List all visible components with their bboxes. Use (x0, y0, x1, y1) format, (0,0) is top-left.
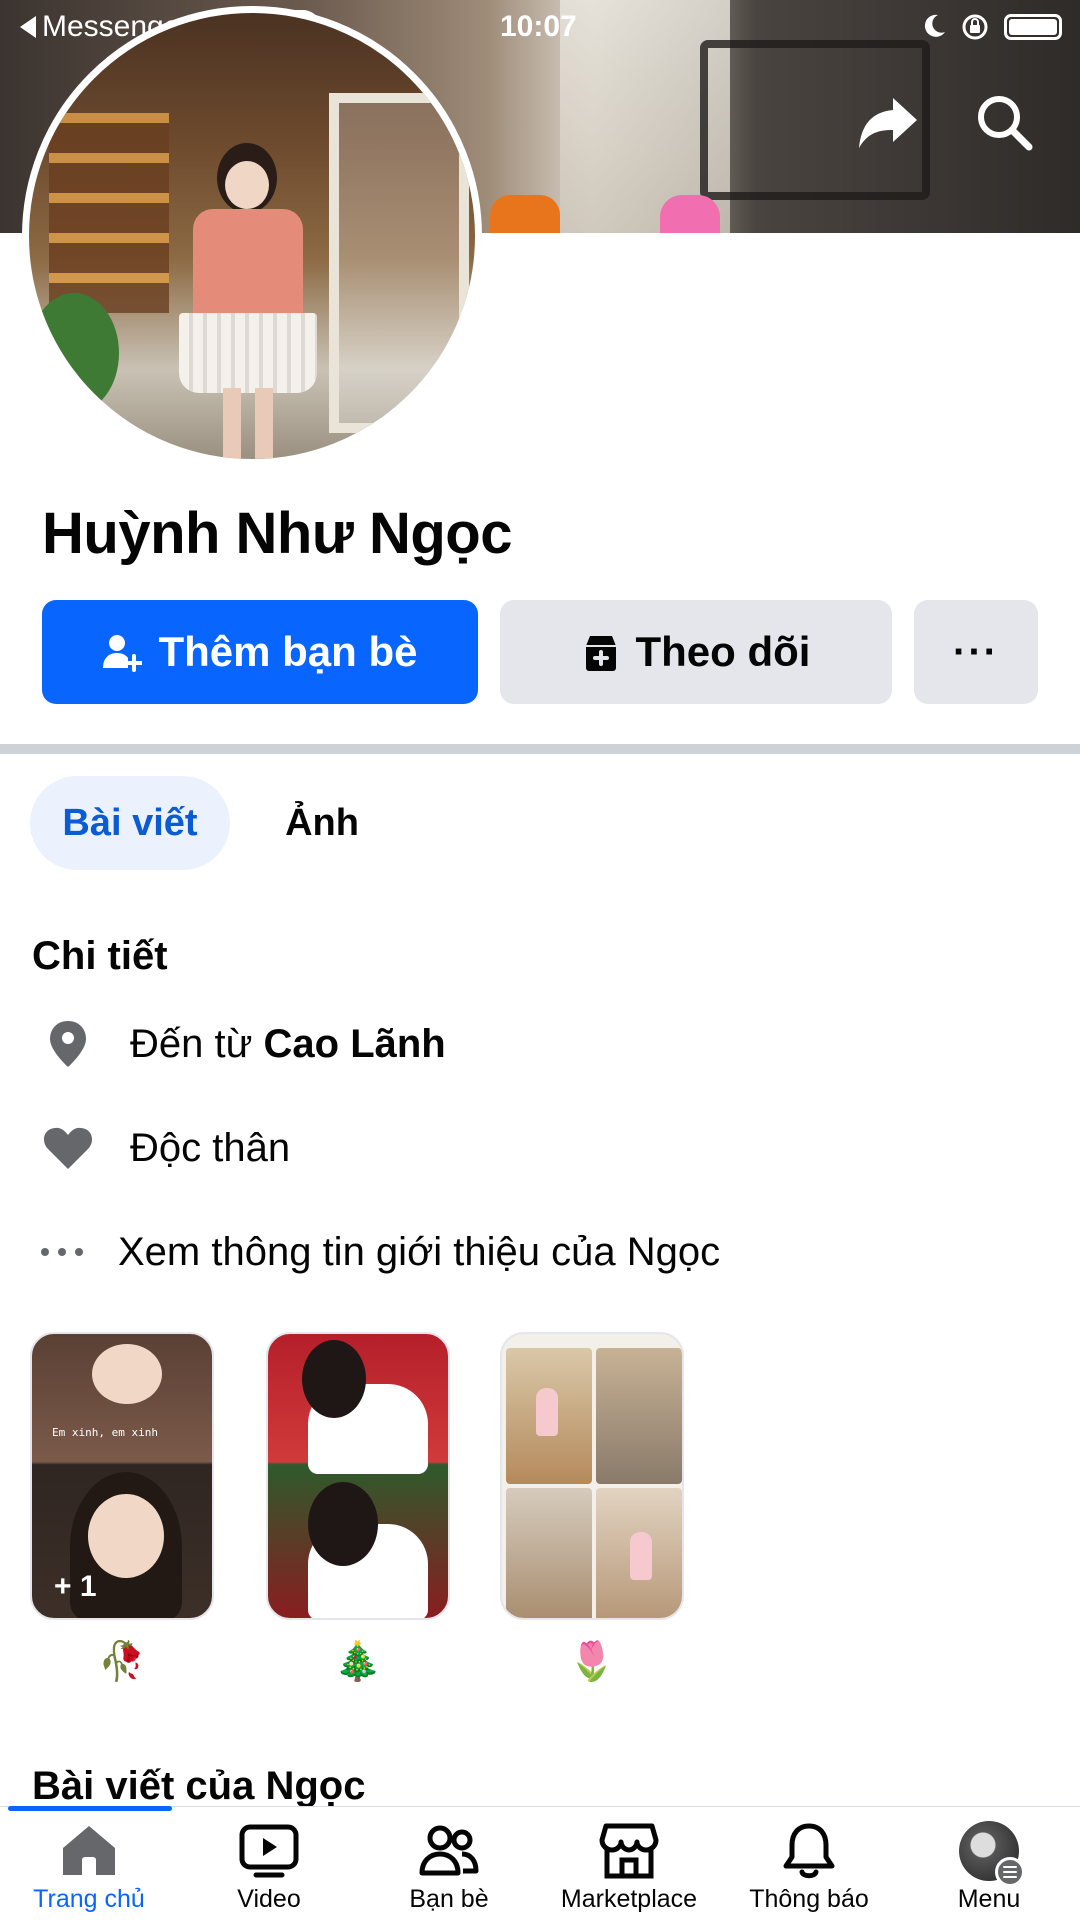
nav-marketplace-label: Marketplace (560, 1885, 698, 1913)
battery-icon (1004, 14, 1062, 40)
profile-actions: Thêm bạn bè Theo dõi ··· (42, 600, 1038, 704)
friends-icon (413, 1819, 485, 1883)
home-icon (53, 1819, 125, 1883)
rotation-lock-icon (962, 14, 988, 40)
back-triangle-icon (20, 16, 36, 38)
featured-collection-2[interactable] (266, 1332, 450, 1620)
cover-oranges (490, 195, 560, 233)
featured-face (92, 1344, 162, 1404)
avatar-shelf (49, 113, 169, 313)
nav-friends-label: Bạn bè (409, 1885, 489, 1913)
video-icon (233, 1819, 305, 1883)
follow-label: Theo dõi (635, 628, 811, 675)
section-divider (0, 744, 1080, 754)
menu-icon (953, 1819, 1025, 1887)
menu-avatar (959, 1821, 1025, 1887)
search-icon (978, 96, 1033, 151)
bell-icon (773, 1819, 845, 1883)
tab-photos-label: Ảnh (285, 801, 359, 844)
active-tab-indicator (8, 1806, 172, 1811)
heart-icon (40, 1120, 96, 1176)
avatar-person (179, 143, 319, 459)
share-arrow-icon (859, 98, 917, 148)
featured-emoji-tree: 🎄 (334, 1641, 382, 1683)
more-options-button[interactable]: ··· (914, 600, 1038, 704)
see-about-label: Xem thông tin giới thiệu của Ngọc (118, 1229, 721, 1274)
bottom-navigation: Trang chủ Video Bạn bè Marketplace Thông… (0, 1806, 1080, 1920)
more-dots-icon: ··· (953, 629, 999, 674)
profile-name: Huỳnh Như Ngọc (42, 501, 512, 566)
hamburger-icon (995, 1857, 1025, 1887)
nav-home-label: Trang chủ (33, 1885, 145, 1913)
featured-caption: Em xinh, em xinh (52, 1426, 158, 1439)
search-button[interactable] (972, 90, 1036, 154)
featured-face (88, 1494, 164, 1578)
avatar-plant (29, 293, 119, 413)
more-dots-icon (34, 1224, 90, 1280)
relationship-status: Độc thân (130, 1125, 291, 1170)
see-about-link[interactable]: Xem thông tin giới thiệu của Ngọc (34, 1224, 720, 1280)
nav-video-label: Video (237, 1885, 301, 1913)
avatar-door (329, 93, 469, 433)
hometown-prefix: Đến từ (130, 1021, 253, 1066)
cover-pink-item (660, 195, 720, 233)
add-friend-label: Thêm bạn bè (158, 628, 418, 675)
marketplace-icon (593, 1819, 665, 1883)
featured-more-count: + 1 (54, 1570, 97, 1603)
add-friend-button[interactable]: Thêm bạn bè (42, 600, 478, 704)
nav-friends[interactable]: Bạn bè (364, 1819, 534, 1914)
clock: 10:07 (500, 10, 577, 43)
featured-hair (308, 1482, 378, 1566)
featured-collection-3[interactable] (500, 1332, 684, 1620)
tab-posts-label: Bài viết (62, 801, 198, 844)
nav-marketplace[interactable]: Marketplace (544, 1819, 714, 1914)
posts-section-title: Bài viết của Ngọc (32, 1764, 366, 1808)
featured-collection-1[interactable]: Em xinh, em xinh + 1 (30, 1332, 214, 1620)
featured-photo-cell (506, 1488, 592, 1618)
detail-hometown: Đến từ Cao Lãnh (40, 1016, 446, 1072)
tab-posts[interactable]: Bài viết (30, 776, 230, 870)
tab-photos[interactable]: Ảnh (262, 776, 382, 870)
nav-menu-label: Menu (957, 1885, 1021, 1913)
nav-menu[interactable]: Menu (904, 1819, 1074, 1914)
nav-notifications[interactable]: Thông báo (724, 1819, 894, 1914)
profile-avatar[interactable] (22, 6, 482, 466)
follow-button[interactable]: Theo dõi (500, 600, 892, 704)
add-friend-icon (103, 635, 143, 672)
hometown-place[interactable]: Cao Lãnh (264, 1022, 446, 1067)
nav-notifications-label: Thông báo (749, 1885, 869, 1913)
featured-emoji-tulip: 🌷 (568, 1641, 616, 1683)
featured-photo-cell (596, 1488, 682, 1618)
nav-home[interactable]: Trang chủ (4, 1819, 174, 1914)
featured-photo-cell (596, 1348, 682, 1484)
location-pin-icon (40, 1016, 96, 1072)
featured-photo-cell (506, 1348, 592, 1484)
moon-icon (924, 14, 945, 37)
nav-video[interactable]: Video (184, 1819, 354, 1914)
featured-emoji-rose: 🥀 (98, 1641, 146, 1683)
share-button[interactable] (856, 90, 920, 154)
detail-relationship: Độc thân (40, 1120, 290, 1176)
details-title: Chi tiết (32, 934, 168, 978)
follow-icon (585, 636, 616, 671)
featured-hair (302, 1340, 366, 1418)
